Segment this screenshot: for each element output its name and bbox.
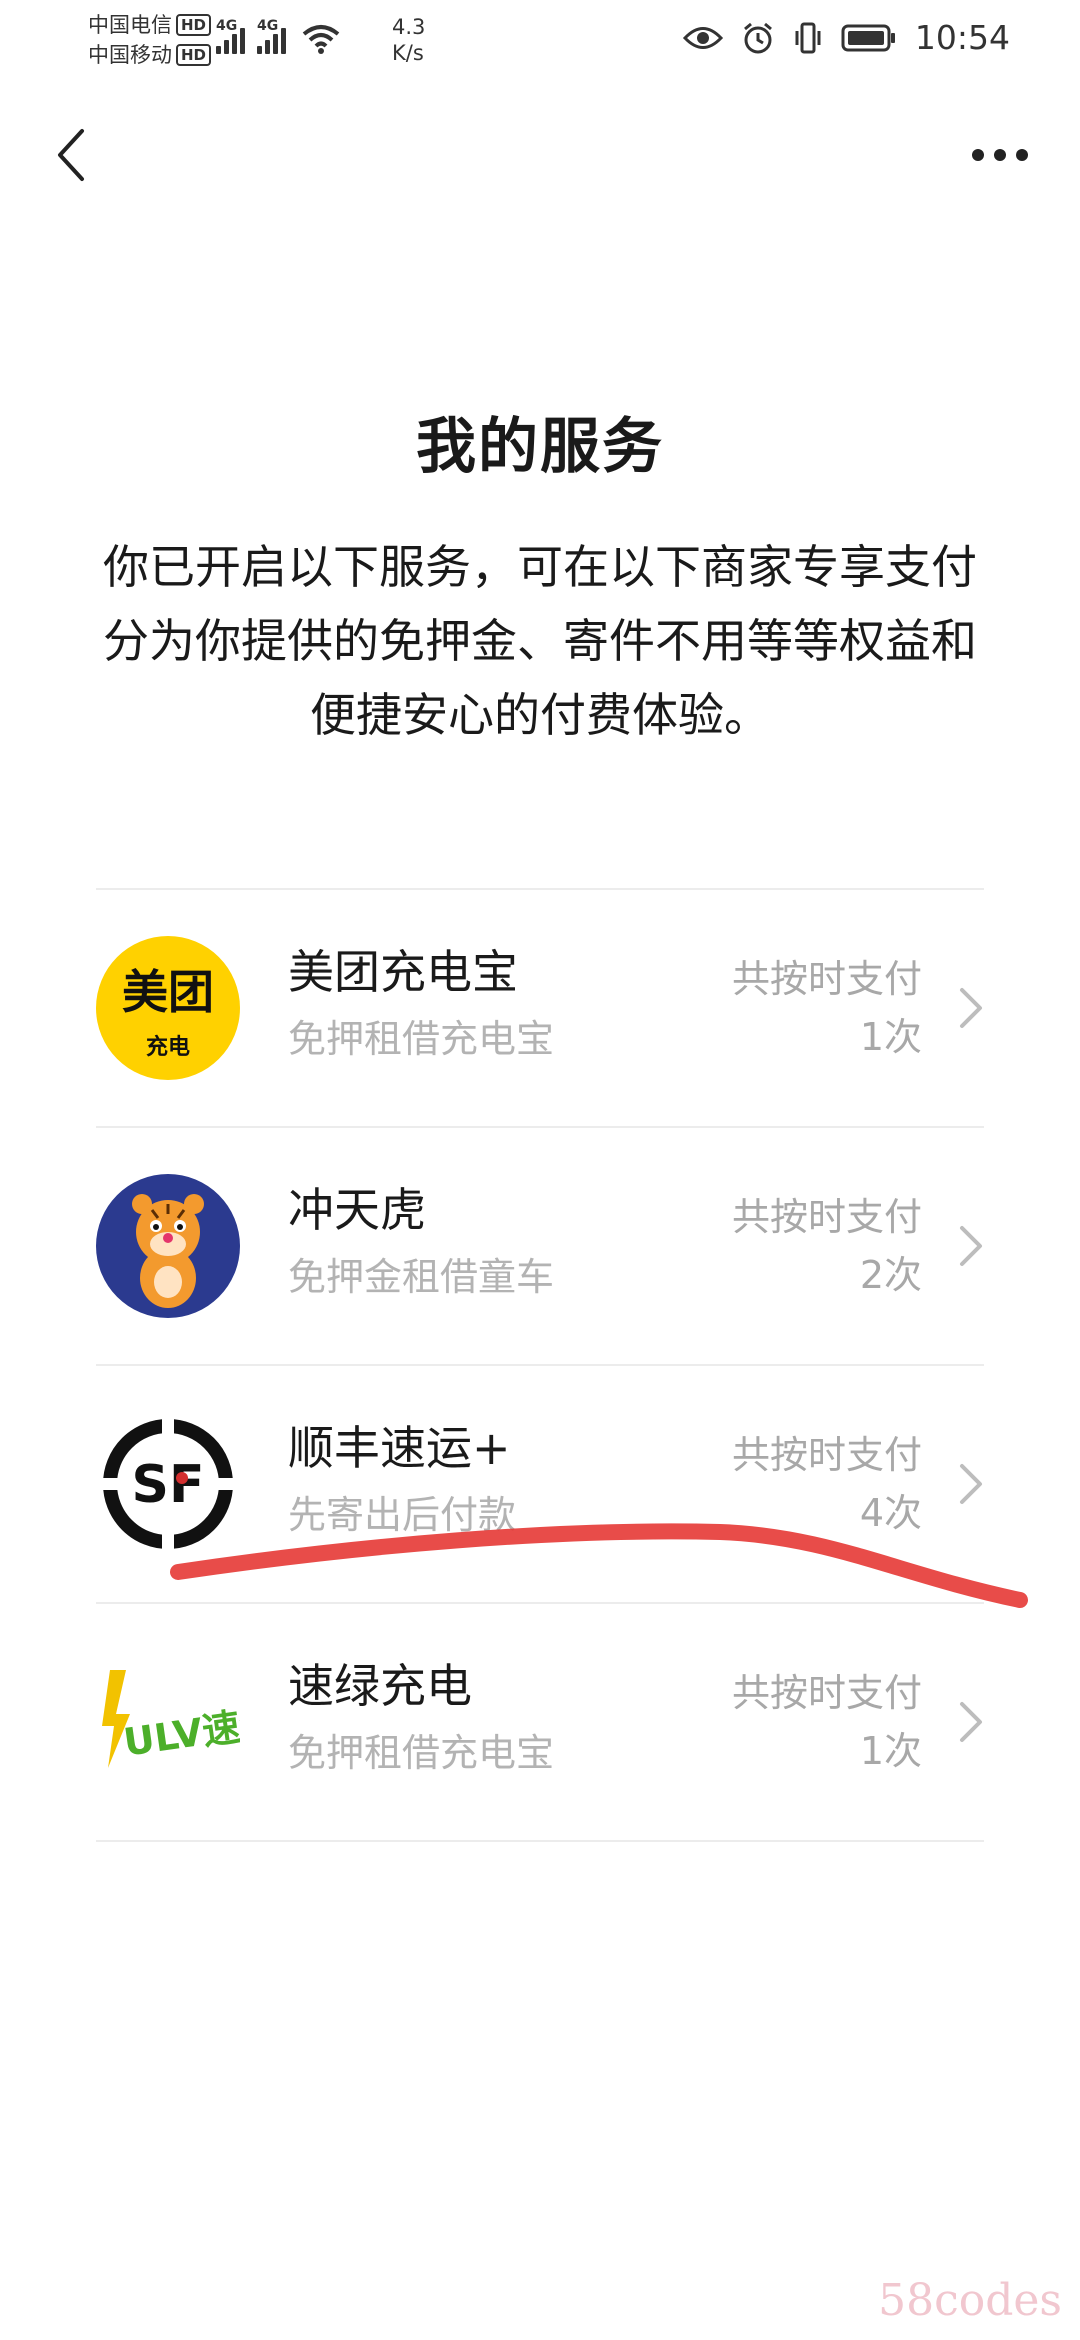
service-name: 美团充电宝 <box>288 945 518 999</box>
service-name: 冲天虎 <box>288 1183 426 1237</box>
service-desc: 免押租借充电宝 <box>288 1731 555 1775</box>
carrier-info: 中国电信 HD 中国移动 HD <box>88 10 212 70</box>
top-nav <box>0 110 1080 200</box>
service-name: 速绿充电 <box>288 1659 472 1713</box>
watermark: 58codes <box>878 2275 1062 2326</box>
more-dots-icon <box>972 149 1028 161</box>
speed-unit: K/s <box>392 41 424 65</box>
service-name: 顺丰速运+ <box>288 1421 511 1475</box>
chevron-right-icon <box>960 1464 982 1504</box>
tiger-logo-icon <box>96 1174 240 1318</box>
battery-icon <box>841 24 895 51</box>
service-row-sulv[interactable]: ULV速绿 速绿充电 免押租借充电宝 共按时支付1次 <box>96 1604 984 1842</box>
hd-badge: HD <box>176 14 212 36</box>
service-pay-count: 共按时支付4次 <box>732 1433 923 1535</box>
service-row-sf-express[interactable]: SF 顺丰速运+ 先寄出后付款 共按时支付4次 <box>96 1366 984 1604</box>
service-pay-count: 共按时支付2次 <box>732 1195 923 1297</box>
service-desc: 免押金租借童车 <box>288 1255 555 1299</box>
page-description: 你已开启以下服务，可在以下商家专享支付分为你提供的免押金、寄件不用等等权益和便捷… <box>103 540 977 742</box>
network-speed: 4.3 K/s <box>392 14 425 66</box>
service-pay-count: 共按时支付1次 <box>732 1671 923 1773</box>
service-row-chongtianhu[interactable]: 冲天虎 免押金租借童车 共按时支付2次 <box>96 1128 984 1366</box>
service-pay-count: 共按时支付1次 <box>732 957 923 1059</box>
eye-icon <box>682 26 723 49</box>
signal-indicators: 4G 4G <box>216 18 340 54</box>
chevron-left-icon <box>58 129 84 181</box>
chevron-right-icon <box>960 1702 982 1742</box>
chevron-right-icon <box>960 1226 982 1266</box>
carrier-1-label: 中国电信 <box>88 13 172 37</box>
service-row-meituan[interactable]: 美团 充电 美团充电宝 免押租借充电宝 共按时支付1次 <box>96 890 984 1128</box>
network-type-1: 4G <box>216 18 238 34</box>
wifi-icon <box>302 25 340 54</box>
alarm-icon <box>743 22 772 53</box>
signal-icon: 4G <box>216 18 245 54</box>
hd-badge: HD <box>176 44 212 66</box>
sf-logo-icon: SF <box>102 1418 234 1550</box>
carrier-2-label: 中国移动 <box>88 43 172 67</box>
sulv-logo-icon: ULV速绿 <box>102 1670 240 1768</box>
service-desc: 先寄出后付款 <box>288 1493 517 1537</box>
meituan-logo-subtext: 充电 <box>146 1034 190 1060</box>
status-right-icons: 10:54 <box>682 18 1010 57</box>
meituan-logo-icon: 美团 充电 <box>96 936 240 1080</box>
signal-icon: 4G <box>257 18 286 54</box>
speed-value: 4.3 <box>392 15 426 39</box>
vibrate-icon <box>795 22 821 53</box>
page-title: 我的服务 <box>416 412 664 482</box>
chevron-right-icon <box>960 988 982 1028</box>
status-bar: 中国电信 HD 中国移动 HD 4G 4G 4.3 K/s 10:54 <box>0 0 1080 80</box>
back-button[interactable] <box>40 120 100 190</box>
service-list: 美团 充电 美团充电宝 免押租借充电宝 共按时支付1次 冲天虎 免押金租借童车 … <box>96 888 984 1842</box>
service-desc: 免押租借充电宝 <box>288 1017 555 1061</box>
more-button[interactable] <box>960 120 1040 190</box>
meituan-logo-text: 美团 <box>122 965 214 1019</box>
sulv-logo-text: ULV速绿 <box>121 1699 240 1764</box>
network-type-2: 4G <box>257 18 279 34</box>
status-time: 10:54 <box>914 18 1010 57</box>
sf-logo-text: SF <box>132 1455 205 1515</box>
